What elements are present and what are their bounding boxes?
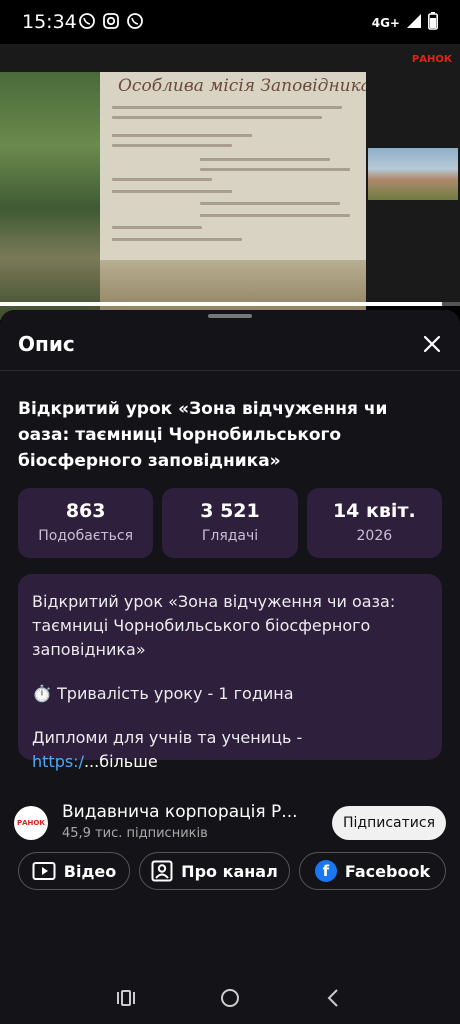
channel-name[interactable]: Видавнича корпорація Р... <box>62 802 298 822</box>
stat-value: 863 <box>65 500 106 522</box>
stat-likes: 863 Подобається <box>18 488 154 558</box>
viber-icon <box>78 12 96 30</box>
slide-title: Особлива місія Заповідника <box>118 76 366 96</box>
divider <box>0 370 460 371</box>
facebook-chip-label: Facebook <box>344 861 431 881</box>
diplomas-link[interactable]: https:/ <box>32 752 84 771</box>
facebook-icon: f <box>314 860 337 882</box>
facebook-chip[interactable]: f Facebook <box>299 852 446 890</box>
stat-label: Глядачі <box>201 528 259 544</box>
stat-views: 3 521 Глядачі <box>162 488 298 558</box>
sheet-title: Опис <box>18 332 75 356</box>
channel-row[interactable]: РАНОК Видавнича корпорація Р... 45,9 тис… <box>14 800 446 846</box>
stat-date: 14 квіт. 2026 <box>306 488 442 558</box>
home-button[interactable] <box>218 986 242 1010</box>
stat-label: Подобається <box>38 528 134 544</box>
video-progress-bar[interactable] <box>0 302 460 306</box>
close-icon <box>423 335 441 353</box>
about-channel-label: Про канал <box>181 861 278 881</box>
notification-icons <box>78 12 144 30</box>
description-sheet: Опис Відкритий урок «Зона відчуження чи … <box>0 310 460 1024</box>
diplomas-line: Дипломи для учнів та учениць - https:/..… <box>32 726 428 774</box>
home-icon <box>221 989 239 1007</box>
stat-value: 14 квіт. <box>332 500 416 522</box>
recent-apps-button[interactable] <box>114 986 138 1010</box>
back-icon <box>327 989 338 1007</box>
videos-chip-label: Відео <box>63 861 117 881</box>
video-icon <box>32 862 56 880</box>
video-stats: 863 Подобається 3 521 Глядачі 14 квіт. 2… <box>18 488 442 558</box>
diplomas-text: Дипломи для учнів та учениць - <box>32 728 303 747</box>
channel-avatar[interactable]: РАНОК <box>14 806 48 840</box>
close-button[interactable] <box>420 332 444 356</box>
videos-chip[interactable]: Відео <box>18 852 130 890</box>
description-text: Відкритий урок «Зона відчуження чи оаза:… <box>32 592 396 659</box>
stat-value: 3 521 <box>200 500 260 522</box>
video-progress-fill <box>0 302 442 306</box>
slide-photos <box>0 72 100 320</box>
instagram-icon <box>102 12 120 30</box>
stat-label: 2026 <box>356 528 393 544</box>
about-channel-chip[interactable]: Про канал <box>139 852 290 890</box>
subscriber-count: 45,9 тис. підписників <box>62 826 208 841</box>
sheet-drag-handle[interactable] <box>208 314 252 318</box>
lesson-duration: ⏱️ Тривалість уроку - 1 година <box>32 684 294 703</box>
signal-icon <box>406 13 422 33</box>
subscribe-button[interactable]: Підписатися <box>332 806 446 840</box>
status-bar: 15:34 4G+ <box>0 0 460 44</box>
presenter-webcam <box>368 148 458 200</box>
system-status: 4G+ <box>372 12 438 34</box>
avatar-logo-text: РАНОК <box>16 819 46 827</box>
recent-apps-icon <box>117 990 135 1006</box>
viber-icon <box>126 12 144 30</box>
channel-links: Відео Про канал f Facebook <box>18 852 446 890</box>
battery-icon <box>428 12 438 34</box>
show-more-button[interactable]: ...більше <box>84 752 158 771</box>
person-icon <box>151 860 173 882</box>
brand-logo: РАНОК <box>411 54 452 65</box>
network-type: 4G+ <box>371 16 400 30</box>
back-button[interactable] <box>322 986 346 1010</box>
description-box[interactable]: Відкритий урок «Зона відчуження чи оаза:… <box>18 574 442 771</box>
system-navigation-bar <box>0 972 460 1024</box>
video-player[interactable]: Особлива місія Заповідника РАНОК <box>0 44 460 320</box>
video-title: Відкритий урок «Зона відчуження чи оаза:… <box>18 399 388 471</box>
status-time: 15:34 <box>22 11 77 33</box>
lesson-slide: Особлива місія Заповідника <box>0 72 366 320</box>
